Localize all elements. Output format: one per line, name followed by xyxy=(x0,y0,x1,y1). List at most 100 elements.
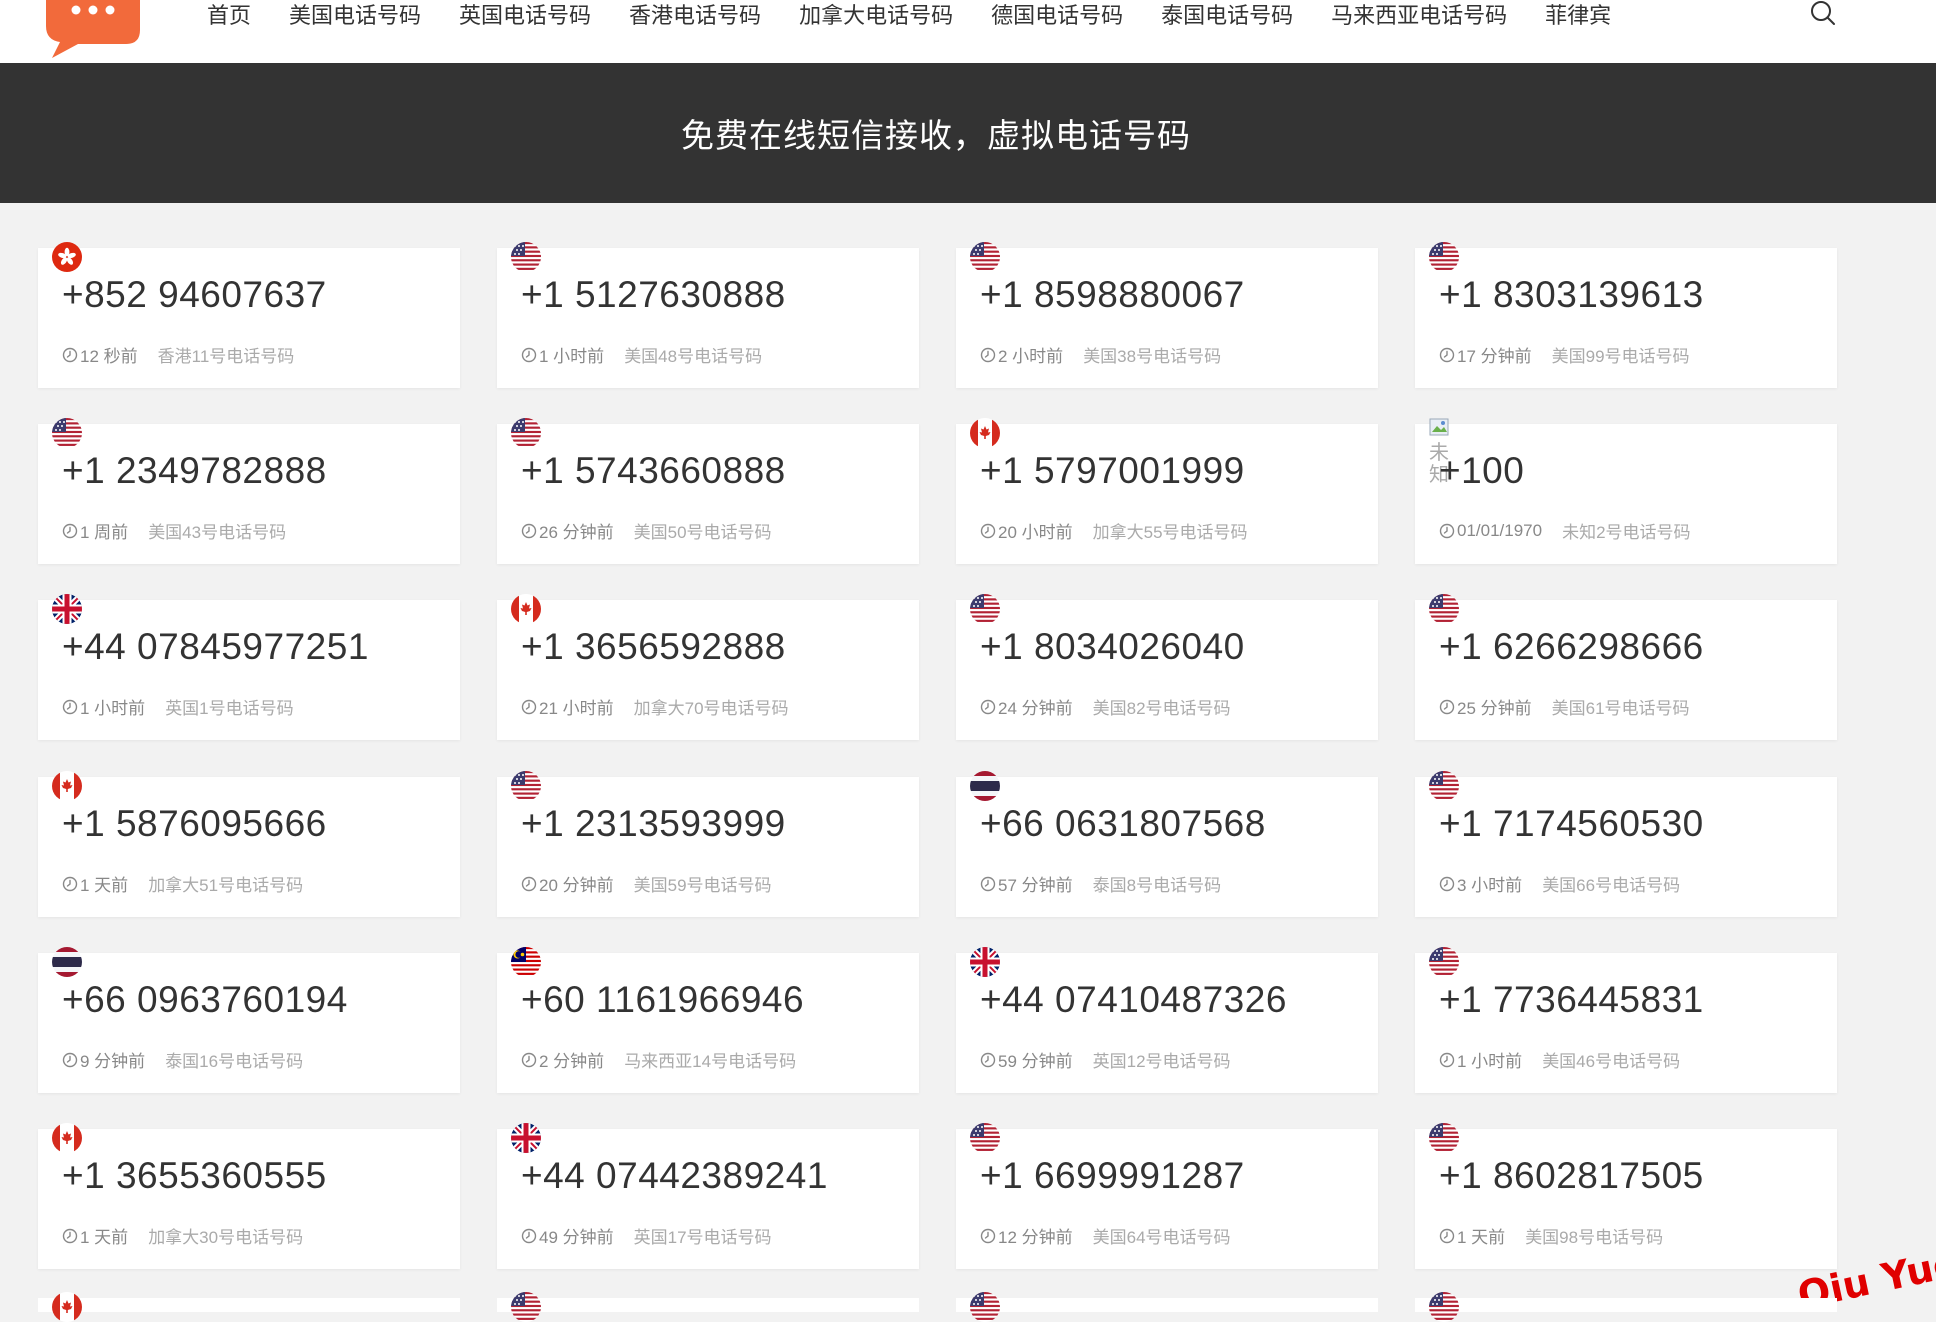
phone-number-card[interactable]: +1 5743660888 26 分钟前 美国50号电话号码 xyxy=(497,418,919,564)
phone-number[interactable]: +1 5743660888 xyxy=(521,450,786,492)
card-meta: 17 分钟前 美国99号电话号码 xyxy=(1439,342,1690,367)
phone-number-card[interactable]: +1 7174560530 3 小时前 美国66号电话号码 xyxy=(1415,771,1837,917)
received-time: 1 周前 xyxy=(80,523,129,542)
phone-number[interactable]: +1 5797001999 xyxy=(980,450,1245,492)
phone-number[interactable]: +1 6266298666 xyxy=(1439,626,1704,668)
nav-item-4[interactable]: 加拿大电话号码 xyxy=(799,2,953,30)
clock-icon xyxy=(521,523,537,538)
received-time: 59 分钟前 xyxy=(998,1052,1073,1071)
phone-number-card[interactable]: +44 07442389241 49 分钟前 英国17号电话号码 xyxy=(497,1123,919,1269)
phone-number-card[interactable]: +1 2349782888 1 周前 美国43号电话号码 xyxy=(38,418,460,564)
phone-number-card[interactable]: +1 7736445831 1 小时前 美国46号电话号码 xyxy=(1415,947,1837,1093)
th-flag-icon xyxy=(970,771,1000,801)
phone-number[interactable]: +1 2349782888 xyxy=(62,450,327,492)
phone-number-card[interactable]: +66 0631807568 57 分钟前 泰国8号电话号码 xyxy=(956,771,1378,917)
clock-icon xyxy=(521,876,537,891)
phone-number-card[interactable]: +1 8598880067 2 小时前 美国38号电话号码 xyxy=(956,242,1378,388)
phone-number-card[interactable]: +1 6699991287 12 分钟前 美国64号电话号码 xyxy=(956,1123,1378,1269)
us-flag-icon xyxy=(970,1292,1000,1322)
nav-item-7[interactable]: 马来西亚电话号码 xyxy=(1331,2,1507,30)
phone-number-card[interactable]: +44 07845977251 1 小时前 英国1号电话号码 xyxy=(38,594,460,740)
phone-number-card[interactable]: +1 5127630888 1 小时前 美国48号电话号码 xyxy=(497,242,919,388)
clock-icon xyxy=(521,699,537,714)
nav-item-2[interactable]: 英国电话号码 xyxy=(459,2,591,30)
us-flag-icon xyxy=(511,771,541,801)
clock-icon xyxy=(62,1052,78,1067)
phone-number-card[interactable]: +1 6266298666 25 分钟前 美国61号电话号码 xyxy=(1415,594,1837,740)
clock-icon xyxy=(980,523,996,538)
phone-number[interactable]: +1 5127630888 xyxy=(521,274,786,316)
card-meta: 57 分钟前 泰国8号电话号码 xyxy=(980,871,1221,896)
th-flag-icon xyxy=(52,947,82,977)
nav-item-0[interactable]: 首页 xyxy=(207,2,251,30)
ca-flag-icon xyxy=(970,418,1000,448)
phone-number[interactable]: +1 8303139613 xyxy=(1439,274,1704,316)
us-flag-icon xyxy=(52,418,82,448)
phone-number-card[interactable]: +1 3655360555 1 天前 加拿大30号电话号码 xyxy=(38,1123,460,1269)
phone-number[interactable]: +1 8598880067 xyxy=(980,274,1245,316)
clock-icon xyxy=(1439,1228,1455,1243)
number-label: 美国61号电话号码 xyxy=(1551,699,1690,718)
phone-number-card[interactable]: +1 2313593999 20 分钟前 美国59号电话号码 xyxy=(497,771,919,917)
received-time: 12 秒前 xyxy=(80,347,138,366)
phone-number[interactable]: +1 2313593999 xyxy=(521,803,786,845)
phone-number-card[interactable]: +1 3656592888 21 小时前 加拿大70号电话号码 xyxy=(497,594,919,740)
phone-number-card[interactable]: +1 5797001999 20 小时前 加拿大55号电话号码 xyxy=(956,418,1378,564)
received-time: 49 分钟前 xyxy=(539,1228,614,1247)
phone-number-card[interactable]: +1 8602817505 1 天前 美国98号电话号码 xyxy=(1415,1123,1837,1269)
received-time: 2 分钟前 xyxy=(539,1052,605,1071)
phone-number[interactable]: +1 5876095666 xyxy=(62,803,327,845)
phone-number[interactable]: +1 7174560530 xyxy=(1439,803,1704,845)
us-flag-icon xyxy=(1429,594,1459,624)
number-label: 美国48号电话号码 xyxy=(624,347,763,366)
phone-number[interactable]: +1 3656592888 xyxy=(521,626,786,668)
main-nav: 首页 美国电话号码 英国电话号码 香港电话号码 加拿大电话号码 德国电话号码 泰国电话号码 马… xyxy=(207,0,1649,32)
nav-item-5[interactable]: 德国电话号码 xyxy=(991,2,1123,30)
phone-number[interactable]: +100 xyxy=(1439,450,1524,492)
card-meta: 26 分钟前 美国50号电话号码 xyxy=(521,518,772,543)
nav-item-3[interactable]: 香港电话号码 xyxy=(629,2,761,30)
phone-number[interactable]: +44 07845977251 xyxy=(62,626,369,668)
us-flag-icon xyxy=(970,1123,1000,1153)
hk-flag-icon xyxy=(52,242,82,272)
received-time: 12 分钟前 xyxy=(998,1228,1073,1247)
number-label: 香港11号电话号码 xyxy=(157,347,295,366)
phone-number[interactable]: +66 0963760194 xyxy=(62,979,348,1021)
nav-item-6[interactable]: 泰国电话号码 xyxy=(1161,2,1293,30)
number-label: 美国64号电话号码 xyxy=(1092,1228,1231,1247)
number-label: 英国12号电话号码 xyxy=(1092,1052,1231,1071)
clock-icon xyxy=(980,347,996,362)
clock-icon xyxy=(1439,523,1455,538)
phone-number-card[interactable]: +66 0963760194 9 分钟前 泰国16号电话号码 xyxy=(38,947,460,1093)
phone-number[interactable]: +66 0631807568 xyxy=(980,803,1266,845)
phone-number[interactable]: +1 8602817505 xyxy=(1439,1155,1704,1197)
received-time: 1 小时前 xyxy=(80,699,146,718)
nav-item-8[interactable]: 菲律宾 xyxy=(1545,2,1611,30)
phone-number-card[interactable]: +1 5876095666 1 天前 加拿大51号电话号码 xyxy=(38,771,460,917)
uk-flag-icon xyxy=(52,594,82,624)
uk-flag-icon xyxy=(970,947,1000,977)
clock-icon xyxy=(62,347,78,362)
phone-number[interactable]: +60 1161966946 xyxy=(521,979,804,1021)
phone-number-card[interactable]: +44 07410487326 59 分钟前 英国12号电话号码 xyxy=(956,947,1378,1093)
phone-number-card[interactable]: +1 8034026040 24 分钟前 美国82号电话号码 xyxy=(956,594,1378,740)
phone-number[interactable]: +852 94607637 xyxy=(62,274,327,316)
nav-item-1[interactable]: 美国电话号码 xyxy=(289,2,421,30)
phone-number[interactable]: +1 7736445831 xyxy=(1439,979,1704,1021)
card-meta: 59 分钟前 英国12号电话号码 xyxy=(980,1047,1231,1072)
clock-icon xyxy=(980,876,996,891)
phone-number[interactable]: +44 07410487326 xyxy=(980,979,1287,1021)
card-meta: 12 分钟前 美国64号电话号码 xyxy=(980,1223,1231,1248)
phone-number-card[interactable]: +60 1161966946 2 分钟前 马来西亚14号电话号码 xyxy=(497,947,919,1093)
phone-number[interactable]: +44 07442389241 xyxy=(521,1155,828,1197)
phone-number-card[interactable]: +852 94607637 12 秒前 香港11号电话号码 xyxy=(38,242,460,388)
number-label: 美国98号电话号码 xyxy=(1525,1228,1664,1247)
logo-chat-bubble-icon[interactable] xyxy=(40,0,140,58)
number-label: 加拿大55号电话号码 xyxy=(1092,523,1248,542)
phone-number-card[interactable]: +1 8303139613 17 分钟前 美国99号电话号码 xyxy=(1415,242,1837,388)
search-icon[interactable] xyxy=(1810,0,1836,26)
phone-number-card[interactable]: 未知 +100 01/01/1970 未知2号电话号码 xyxy=(1415,418,1837,564)
phone-number[interactable]: +1 8034026040 xyxy=(980,626,1245,668)
phone-number[interactable]: +1 6699991287 xyxy=(980,1155,1245,1197)
phone-number[interactable]: +1 3655360555 xyxy=(62,1155,327,1197)
